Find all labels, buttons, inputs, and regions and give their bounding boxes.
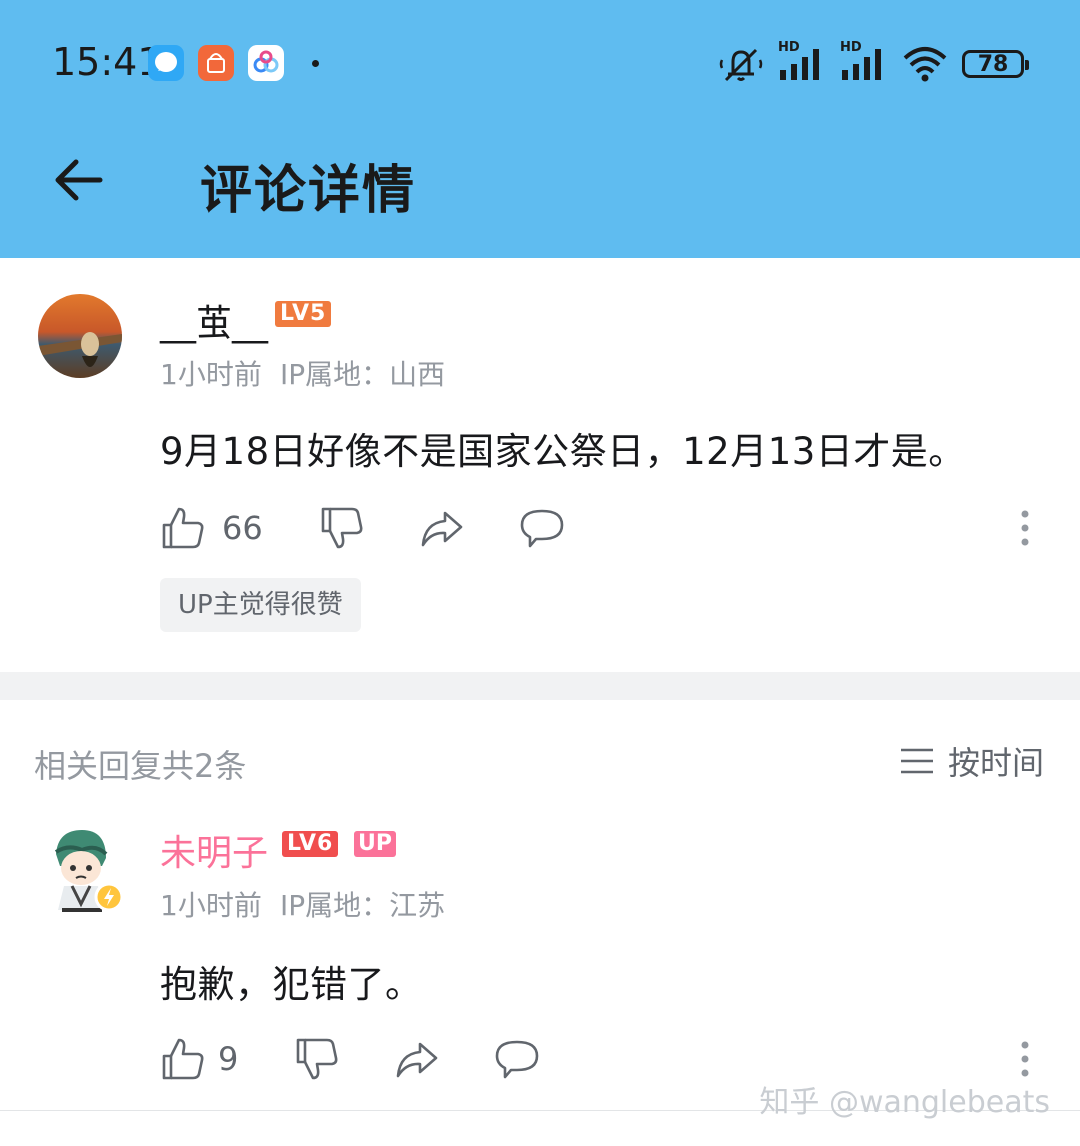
comment-text: 9月18日好像不是国家公祭日，12月13日才是。: [160, 430, 966, 473]
battery-icon: 78: [962, 50, 1029, 78]
dislike-button[interactable]: [319, 505, 365, 551]
like-count: 66: [222, 509, 263, 547]
page-title: 评论详情: [200, 161, 417, 221]
comment-username[interactable]: __茧__: [160, 294, 268, 346]
comment-bubble-icon: [496, 1040, 539, 1079]
comment-time: 1小时前: [160, 358, 262, 391]
mi-store-app-icon: [198, 45, 234, 81]
back-button[interactable]: [50, 150, 110, 210]
avatar[interactable]: [38, 824, 124, 912]
up-badge: UP: [354, 831, 396, 857]
status-icons: HD HD 78: [718, 40, 1029, 88]
section-divider: [0, 672, 1080, 700]
share-button[interactable]: [419, 505, 465, 551]
up-liked-badge: UP主觉得很赞: [160, 578, 361, 632]
ip-location: IP属地：山西: [280, 358, 446, 391]
thumbs-up-icon: [162, 1038, 204, 1080]
wifi-icon: [903, 47, 947, 82]
level-badge: LV5: [275, 301, 332, 327]
signal-icon: HD: [840, 40, 888, 84]
signal-icon: HD: [778, 40, 826, 84]
more-vertical-icon: [1021, 510, 1029, 546]
status-time: 15:41: [52, 40, 162, 84]
arrow-left-icon: [55, 159, 103, 201]
comment-actions: 66: [160, 503, 565, 553]
share-icon: [421, 511, 463, 547]
battery-level: 78: [977, 51, 1009, 77]
reply-button[interactable]: [519, 505, 565, 551]
more-vertical-icon: [1021, 1041, 1029, 1077]
ip-location: IP属地：江苏: [280, 889, 446, 922]
lightning-badge-icon: [94, 882, 124, 912]
messenger-app-icon: [148, 45, 184, 81]
reply-time: 1小时前: [160, 889, 262, 922]
comment-bubble-icon: [520, 509, 564, 548]
replies-count: 相关回复共2条: [34, 747, 247, 785]
thumbs-down-icon: [297, 1038, 338, 1080]
more-options-button[interactable]: [1017, 1039, 1033, 1079]
reply-text: 抱歉，犯错了。: [160, 963, 423, 1006]
more-options-button[interactable]: [1017, 508, 1033, 548]
like-button[interactable]: 66: [160, 505, 263, 551]
share-icon: [397, 1042, 438, 1078]
baidu-netdisk-app-icon: [248, 45, 284, 81]
thumbs-down-icon: [321, 507, 363, 549]
avatar[interactable]: [38, 294, 122, 378]
notification-dot: [312, 60, 319, 67]
watermark: 知乎 @wanglebeats: [759, 1085, 1050, 1120]
sort-button[interactable]: 按时间: [900, 738, 1044, 784]
reply-username[interactable]: 未明子: [160, 824, 268, 876]
level-badge: LV6: [282, 831, 339, 857]
reply-actions: 9: [160, 1034, 540, 1084]
mute-icon: [719, 48, 763, 82]
top-bar: 15:41 HD HD 78 评论详情: [0, 0, 1080, 258]
reply-button[interactable]: [494, 1036, 540, 1082]
share-button[interactable]: [394, 1036, 440, 1082]
like-count: 9: [218, 1040, 239, 1078]
thumbs-up-icon: [162, 507, 204, 549]
menu-lines-icon: [900, 748, 933, 774]
sort-label: 按时间: [947, 744, 1044, 782]
dislike-button[interactable]: [294, 1036, 340, 1082]
like-button[interactable]: 9: [160, 1036, 238, 1082]
